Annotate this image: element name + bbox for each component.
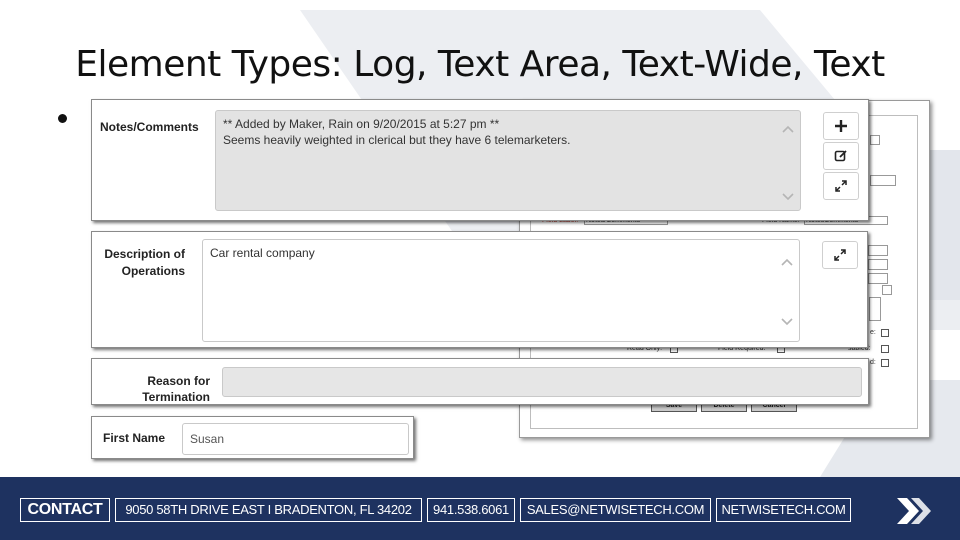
description-scrollbar[interactable] (779, 258, 795, 326)
reason-input[interactable] (222, 367, 862, 397)
footer-email[interactable]: SALES@NETWISETECH.COM (520, 498, 711, 522)
slide-title: Element Types: Log, Text Area, Text-Wide… (75, 44, 885, 85)
reason-label: Reason for Termination (112, 373, 210, 405)
first-name-input[interactable]: Susan (182, 423, 409, 455)
description-label: Description of Operations (94, 246, 185, 280)
reason-label-line-2: Termination (142, 390, 210, 404)
description-textarea-panel: Description of Operations Car rental com… (91, 231, 868, 348)
chevrons-logo-icon (897, 498, 931, 524)
description-value: Car rental company (210, 246, 315, 260)
footer-website[interactable]: NETWISETECH.COM (716, 498, 851, 522)
bg-spinner (869, 297, 881, 321)
checkbox-1 (881, 329, 889, 337)
bg-input-4 (868, 273, 888, 284)
plus-icon (835, 120, 847, 132)
bg-select (870, 135, 880, 145)
footer-address: 9050 58TH DRIVE EAST I BRADENTON, FL 342… (115, 498, 422, 522)
scroll-up-icon[interactable] (782, 125, 794, 133)
bg-input-3 (868, 259, 888, 270)
bg-input-2 (868, 245, 888, 256)
bg-select-2 (882, 285, 892, 295)
first-name-text-panel: First Name Susan (91, 416, 414, 459)
scroll-down-icon[interactable] (781, 318, 793, 326)
add-note-button[interactable] (823, 112, 859, 140)
notes-log-area[interactable]: ** Added by Maker, Rain on 9/20/2015 at … (215, 110, 801, 211)
notes-scrollbar[interactable] (780, 125, 796, 201)
scroll-up-icon[interactable] (781, 258, 793, 266)
contact-label: CONTACT (20, 498, 110, 522)
expand-icon (835, 180, 847, 192)
log-entry-header: ** Added by Maker, Rain on 9/20/2015 at … (223, 117, 500, 131)
scroll-down-icon[interactable] (782, 193, 794, 201)
checkbox-label-1: e: (870, 329, 876, 336)
footer-phone[interactable]: 941.538.6061 (427, 498, 515, 522)
checkbox-3 (881, 359, 889, 367)
first-name-label: First Name (103, 431, 166, 445)
edit-icon (834, 150, 847, 162)
checkbox-label-3: d: (870, 359, 876, 366)
description-label-line-2: Operations (121, 264, 185, 278)
notes-label: Notes/Comments (100, 120, 199, 134)
expand-notes-button[interactable] (823, 172, 859, 200)
reason-label-line-1: Reason for (147, 374, 210, 388)
bg-input-1 (870, 175, 896, 186)
edit-note-button[interactable] (823, 142, 859, 170)
expand-icon (834, 249, 846, 261)
checkbox-2 (881, 345, 889, 353)
description-textarea[interactable]: Car rental company (202, 239, 800, 342)
log-entry-text: Seems heavily weighted in clerical but t… (223, 133, 571, 147)
notes-log-panel: Notes/Comments ** Added by Maker, Rain o… (91, 99, 869, 221)
reason-textwide-panel: Reason for Termination (91, 358, 869, 405)
description-label-line-1: Description of (104, 247, 185, 261)
bullet-point (58, 114, 67, 123)
expand-description-button[interactable] (822, 241, 858, 269)
footer-bar: CONTACT 9050 58TH DRIVE EAST I BRADENTON… (0, 477, 960, 540)
